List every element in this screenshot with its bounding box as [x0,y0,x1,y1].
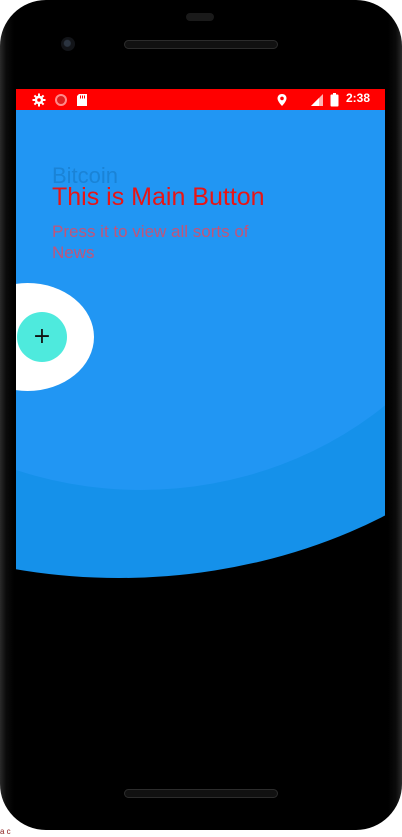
signal-icon [310,92,324,111]
corner-label: a c [0,827,11,836]
status-bar: 2:38 [16,89,385,110]
phone-frame: 2:38 Bitcoin This is Main Button Press i… [0,0,402,830]
location-pin-icon [276,92,288,111]
tap-target-inner-circle [16,89,385,490]
bottom-speaker-grille [124,789,278,798]
top-speaker-grille [124,40,278,49]
front-camera [61,37,75,51]
tap-target-title: This is Main Button [52,183,265,211]
sd-card-icon [76,92,88,111]
plus-icon: + [32,324,52,349]
tap-target-description: Press it to view all sorts of News [52,222,249,262]
battery-icon [330,92,339,111]
main-fab-button[interactable]: + [17,312,67,362]
earpiece-slot [186,13,214,21]
record-icon [54,92,68,111]
gear-icon [32,92,46,111]
status-time: 2:38 [345,91,370,105]
screen: 2:38 Bitcoin This is Main Button Press i… [16,89,385,776]
